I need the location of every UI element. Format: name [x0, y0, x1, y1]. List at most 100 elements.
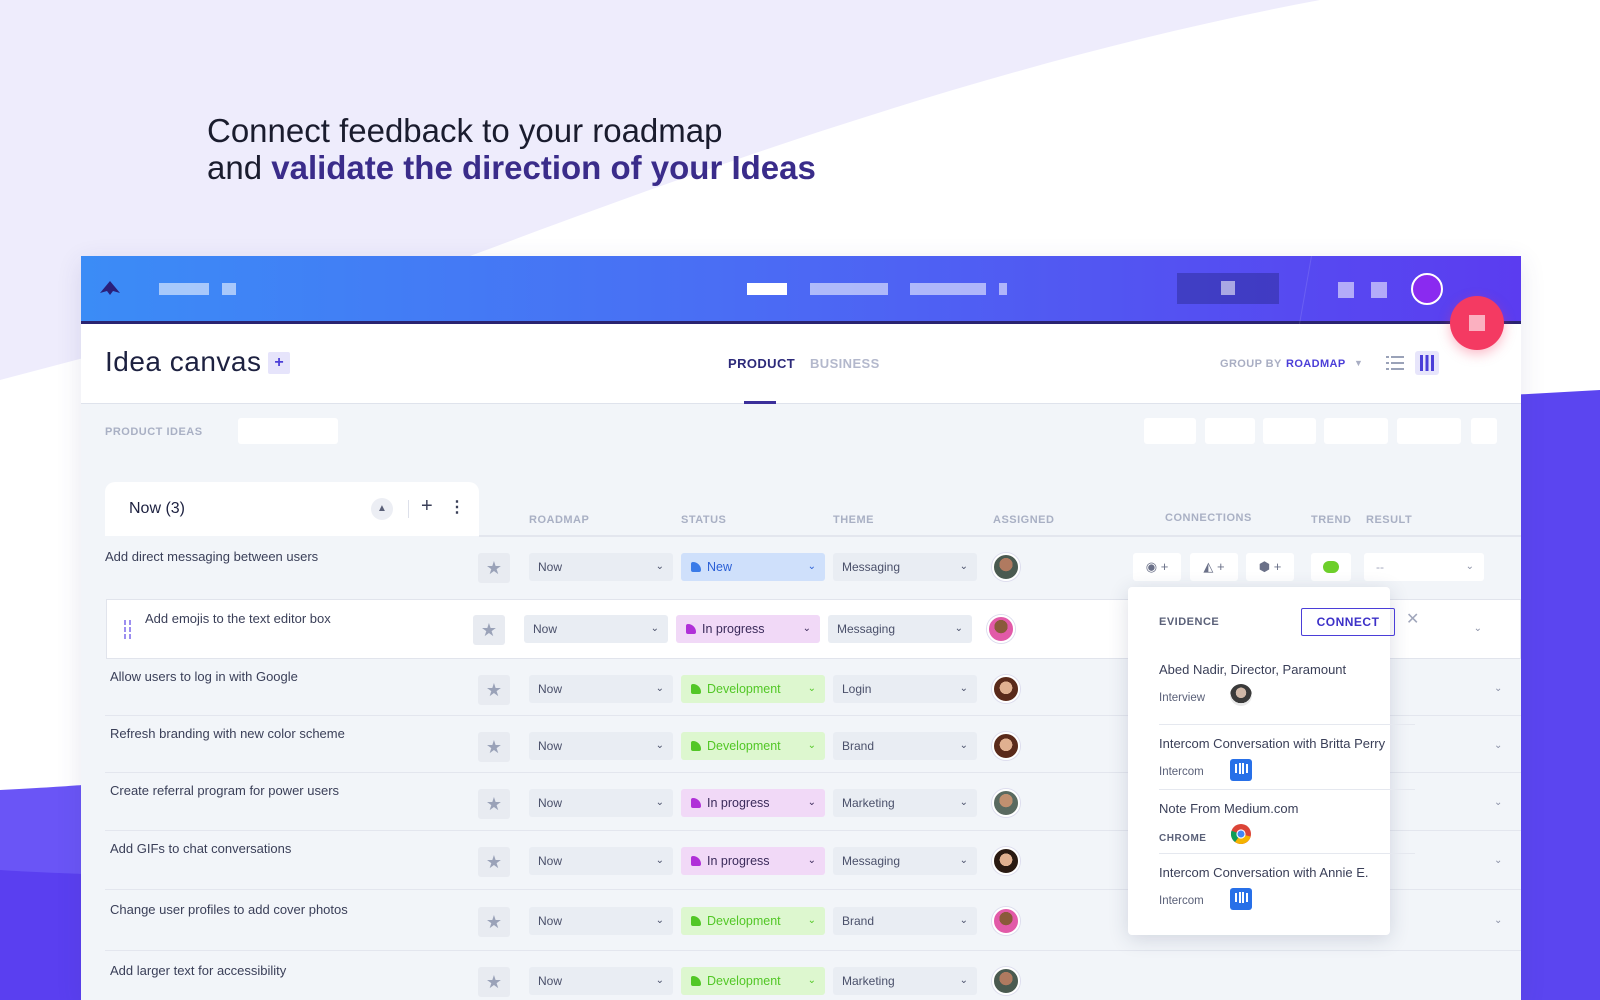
connection-jira-button[interactable]: ◭ + — [1190, 553, 1238, 581]
evidence-item[interactable]: Abed Nadir, Director, Paramount Intervie… — [1159, 662, 1415, 706]
roadmap-select[interactable]: Now ⌄ — [529, 789, 673, 817]
column-header-assigned[interactable]: ASSIGNED — [993, 514, 1054, 526]
theme-select[interactable]: Marketing ⌄ — [833, 967, 977, 995]
column-header-trend[interactable]: TREND — [1311, 514, 1351, 526]
table-row[interactable]: Add larger text for accessibility ★ Now ⌄… — [105, 951, 1521, 1000]
chevron-down-icon[interactable]: ⌄ — [1494, 915, 1502, 926]
roadmap-select[interactable]: Now ⌄ — [524, 615, 668, 643]
tab-business[interactable]: BUSINESS — [810, 356, 880, 371]
roadmap-select[interactable]: Now ⌄ — [529, 553, 673, 581]
assignee-avatar[interactable] — [992, 967, 1020, 995]
nav-placeholder-2[interactable] — [222, 283, 236, 295]
star-icon[interactable]: ★ — [478, 732, 510, 762]
theme-select[interactable]: Brand ⌄ — [833, 732, 977, 760]
nav-placeholder-1[interactable] — [159, 283, 209, 295]
connection-cube-button[interactable]: ⬢ + — [1246, 553, 1294, 581]
nav-placeholder-4[interactable] — [910, 283, 986, 295]
assignee-avatar[interactable] — [992, 789, 1020, 817]
notification-icon[interactable] — [1338, 282, 1354, 298]
nav-placeholder-5[interactable] — [999, 283, 1007, 295]
chevron-up-icon[interactable]: ▲ — [371, 498, 393, 520]
idea-title[interactable]: Add larger text for accessibility — [110, 963, 286, 978]
group-by-select[interactable]: ROADMAP — [1286, 358, 1346, 370]
status-select[interactable]: Development ⌄ — [681, 732, 825, 760]
star-icon[interactable]: ★ — [478, 967, 510, 997]
status-select[interactable]: Development ⌄ — [681, 967, 825, 995]
status-select[interactable]: New ⌄ — [681, 553, 825, 581]
list-view-icon[interactable] — [1386, 354, 1404, 372]
caret-down-icon[interactable]: ▼ — [1354, 358, 1363, 368]
evidence-item[interactable]: Intercom Conversation with Britta Perry … — [1159, 736, 1415, 781]
nav-placeholder-3[interactable] — [810, 283, 888, 295]
connect-button[interactable]: CONNECT — [1301, 608, 1395, 636]
evidence-item[interactable]: Note From Medium.com CHROME — [1159, 801, 1415, 844]
idea-title[interactable]: Refresh branding with new color scheme — [110, 726, 345, 741]
filter-chip-4[interactable] — [1324, 418, 1388, 444]
filter-chip-1[interactable] — [1144, 418, 1196, 444]
close-icon[interactable]: ✕ — [1406, 609, 1419, 629]
connection-insights-button[interactable]: ◉ + — [1133, 553, 1181, 581]
column-header-status[interactable]: STATUS — [681, 514, 726, 526]
result-select[interactable]: ⌄ — [1452, 615, 1492, 643]
star-icon[interactable]: ★ — [478, 789, 510, 819]
tab-product[interactable]: PRODUCT — [728, 356, 795, 371]
more-menu-icon[interactable]: ⋮ — [449, 497, 465, 517]
star-icon[interactable]: ★ — [478, 675, 510, 705]
status-select[interactable]: Development ⌄ — [681, 907, 825, 935]
assignee-avatar[interactable] — [992, 732, 1020, 760]
column-header-result[interactable]: RESULT — [1366, 514, 1412, 526]
filter-chip-2[interactable] — [1205, 418, 1255, 444]
filter-input[interactable] — [238, 418, 338, 444]
chevron-down-icon[interactable]: ⌄ — [1494, 740, 1502, 751]
filter-chip-5[interactable] — [1397, 418, 1461, 444]
theme-select[interactable]: Brand ⌄ — [833, 907, 977, 935]
idea-title[interactable]: Allow users to log in with Google — [110, 669, 298, 684]
roadmap-select[interactable]: Now ⌄ — [529, 847, 673, 875]
theme-select[interactable]: Messaging ⌄ — [833, 847, 977, 875]
star-icon[interactable]: ★ — [478, 553, 510, 583]
evidence-item[interactable]: Intercom Conversation with Annie E. Inte… — [1159, 865, 1415, 910]
status-select[interactable]: In progress ⌄ — [681, 847, 825, 875]
assignee-avatar[interactable] — [992, 553, 1020, 581]
column-header-connections[interactable]: CONNECTIONS — [1165, 512, 1252, 524]
column-header-theme[interactable]: THEME — [833, 514, 874, 526]
search-box[interactable] — [1177, 273, 1279, 304]
chevron-down-icon[interactable]: ⌄ — [1494, 683, 1502, 694]
status-select[interactable]: Development ⌄ — [681, 675, 825, 703]
idea-title[interactable]: Add emojis to the text editor box — [145, 611, 331, 626]
add-idea-button[interactable]: + — [421, 495, 433, 518]
column-header-roadmap[interactable]: ROADMAP — [529, 514, 589, 526]
theme-select[interactable]: Messaging ⌄ — [833, 553, 977, 581]
help-icon[interactable] — [1371, 282, 1387, 298]
star-icon[interactable]: ★ — [478, 907, 510, 937]
filter-chip-3[interactable] — [1263, 418, 1316, 444]
star-icon[interactable]: ★ — [478, 847, 510, 877]
roadmap-select[interactable]: Now ⌄ — [529, 732, 673, 760]
idea-title[interactable]: Change user profiles to add cover photos — [110, 902, 348, 917]
theme-select[interactable]: Marketing ⌄ — [833, 789, 977, 817]
assignee-avatar[interactable] — [992, 675, 1020, 703]
filter-chip-6[interactable] — [1471, 418, 1497, 444]
roadmap-select[interactable]: Now ⌄ — [529, 675, 673, 703]
chevron-down-icon[interactable]: ⌄ — [1494, 855, 1502, 866]
idea-title[interactable]: Add GIFs to chat conversations — [110, 841, 291, 856]
idea-title[interactable]: Create referral program for power users — [110, 783, 339, 798]
status-select[interactable]: In progress ⌄ — [681, 789, 825, 817]
add-canvas-button[interactable]: + — [268, 352, 290, 374]
drag-handle-icon[interactable] — [124, 620, 132, 640]
app-logo-icon[interactable] — [99, 280, 121, 296]
assignee-avatar[interactable] — [992, 907, 1020, 935]
status-select[interactable]: In progress ⌄ — [676, 615, 820, 643]
roadmap-select[interactable]: Now ⌄ — [529, 907, 673, 935]
star-icon[interactable]: ★ — [473, 615, 505, 645]
idea-title[interactable]: Add direct messaging between users — [105, 549, 318, 564]
user-avatar[interactable] — [1411, 273, 1443, 305]
board-view-icon[interactable] — [1415, 351, 1439, 375]
result-select[interactable]: -- ⌄ — [1364, 553, 1484, 581]
floating-action-button[interactable] — [1450, 296, 1504, 350]
nav-placeholder-active[interactable] — [747, 283, 787, 295]
chevron-down-icon[interactable]: ⌄ — [1494, 797, 1502, 808]
assignee-avatar[interactable] — [987, 615, 1015, 643]
roadmap-select[interactable]: Now ⌄ — [529, 967, 673, 995]
theme-select[interactable]: Login ⌄ — [833, 675, 977, 703]
